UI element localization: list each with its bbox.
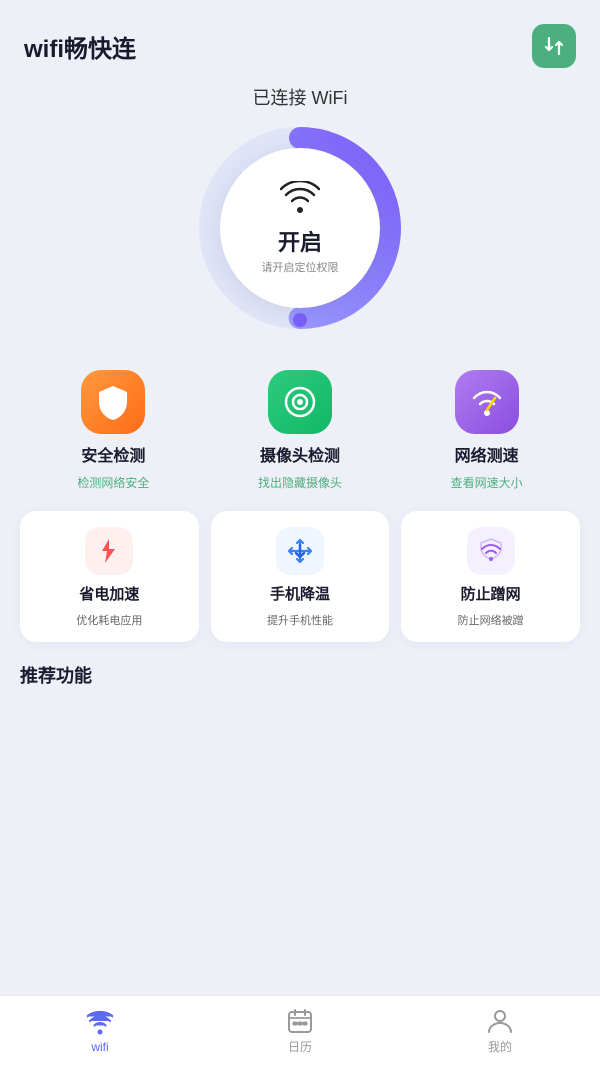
wifi-donut-chart[interactable]: 开启 请开启定位权限: [190, 118, 410, 338]
camera-detect-icon: [282, 384, 318, 420]
camera-name: 摄像头检测: [260, 442, 340, 466]
partial-section-title: 推荐功能: [20, 666, 92, 686]
app-title: wifi畅快连: [24, 29, 136, 64]
wifi-center-icon: [280, 181, 320, 221]
nav-wifi-icon: [87, 1010, 113, 1036]
speed-icon-bg: [455, 370, 519, 434]
feature-speed[interactable]: 网络测速 查看网速大小: [393, 370, 580, 491]
nav-calendar[interactable]: 日历: [200, 1008, 400, 1055]
speed-desc: 查看网速大小: [451, 474, 523, 491]
battery-icon-bg: [85, 527, 133, 575]
nav-calendar-icon: [287, 1008, 313, 1034]
feature-battery[interactable]: 省电加速 优化耗电应用: [20, 511, 199, 642]
protect-desc: 防止网络被蹭: [458, 612, 524, 628]
bottom-nav: wifi 日历 我的: [0, 995, 600, 1067]
security-icon: [95, 384, 131, 420]
donut-inner: 开启 请开启定位权限: [220, 148, 380, 308]
switch-button[interactable]: [532, 24, 576, 68]
feature-security[interactable]: 安全检测 检测网络安全: [20, 370, 207, 491]
cool-icon: [286, 537, 314, 565]
donut-center-label: 开启: [278, 225, 322, 257]
security-icon-bg: [81, 370, 145, 434]
cool-name: 手机降温: [270, 583, 330, 604]
feature-camera[interactable]: 摄像头检测 找出隐藏摄像头: [207, 370, 394, 491]
protect-name: 防止蹭网: [461, 583, 521, 604]
battery-desc: 优化耗电应用: [76, 612, 142, 628]
nav-mine-label: 我的: [488, 1038, 512, 1055]
speed-name: 网络测速: [455, 442, 519, 466]
donut-center-sublabel: 请开启定位权限: [262, 259, 339, 275]
speed-icon: [469, 384, 505, 420]
battery-name: 省电加速: [79, 583, 139, 604]
battery-icon: [95, 537, 123, 565]
wifi-status-text: 已连接 WiFi: [0, 84, 600, 110]
cool-icon-bg: [276, 527, 324, 575]
nav-wifi-label: wifi: [91, 1040, 108, 1054]
bottom-features-grid: 省电加速 优化耗电应用 手机降温 提升手机性能: [20, 511, 580, 642]
partial-section: 推荐功能: [0, 662, 600, 702]
nav-wifi[interactable]: wifi: [0, 1010, 200, 1054]
protect-icon-bg: [467, 527, 515, 575]
top-features-section: 安全检测 检测网络安全 摄像头检测 找出隐藏摄像头: [0, 370, 600, 642]
feature-protect[interactable]: 防止蹭网 防止网络被蹭: [401, 511, 580, 642]
camera-icon-bg: [268, 370, 332, 434]
security-name: 安全检测: [81, 442, 145, 466]
security-desc: 检测网络安全: [77, 474, 149, 491]
nav-calendar-label: 日历: [288, 1038, 312, 1055]
protect-wifi-icon: [477, 537, 505, 565]
feature-cool[interactable]: 手机降温 提升手机性能: [211, 511, 390, 642]
camera-desc: 找出隐藏摄像头: [258, 474, 342, 491]
top-features-grid: 安全检测 检测网络安全 摄像头检测 找出隐藏摄像头: [20, 370, 580, 491]
cool-desc: 提升手机性能: [267, 612, 333, 628]
switch-icon: [542, 34, 566, 58]
nav-mine-icon: [487, 1008, 513, 1034]
app-header: wifi畅快连: [0, 0, 600, 84]
nav-mine[interactable]: 我的: [400, 1008, 600, 1055]
